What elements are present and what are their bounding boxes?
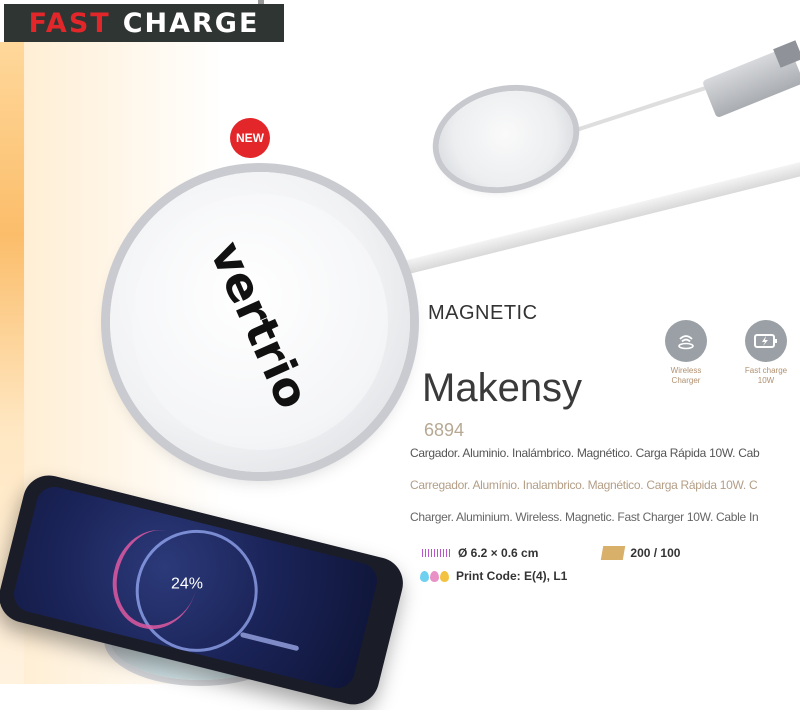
product-category: MAGNETIC (428, 302, 538, 324)
feature-fast-charge: Fast charge 10W (738, 320, 794, 386)
spec-row: Ø 6.2 × 0.6 cm 200 / 100 (422, 546, 680, 560)
description-portuguese: Carregador. Alumínio. Inalambrico. Magné… (410, 478, 758, 492)
feature-fast-label-2: 10W (757, 376, 775, 385)
banner-word-fast: FAST (28, 7, 111, 39)
feature-wireless-charger: Wireless Charger (658, 320, 714, 386)
feature-fast-label-1: Fast charge (744, 366, 788, 375)
fast-charge-banner: FAST CHARGE (4, 4, 284, 42)
new-badge: NEW (230, 118, 270, 158)
ruler-icon (422, 549, 452, 557)
screen-indicator (239, 631, 300, 652)
dimensions: Ø 6.2 × 0.6 cm (458, 546, 539, 560)
battery-percent: 24% (170, 575, 204, 593)
product-code: 6894 (424, 420, 465, 440)
print-code: Print Code: E(4), L1 (456, 569, 568, 583)
feature-wireless-label-1: Wireless (670, 366, 702, 375)
product-name: Makensy (422, 366, 583, 410)
banner-word-charge: CHARGE (122, 7, 260, 39)
ink-drops-icon (420, 570, 450, 582)
feature-wireless-label-2: Charger (671, 376, 701, 385)
small-charger-cable (569, 80, 723, 134)
print-row: Print Code: E(4), L1 (420, 569, 567, 583)
wireless-charger-icon (665, 320, 707, 362)
new-badge-label: NEW (236, 131, 264, 145)
box-icon (601, 546, 626, 560)
description-spanish: Cargador. Aluminio. Inalámbrico. Magnéti… (410, 446, 760, 460)
description-english: Charger. Aluminium. Wireless. Magnetic. … (410, 510, 759, 524)
small-charger-image (429, 78, 583, 200)
fast-charge-battery-icon (745, 320, 787, 362)
banner-tick (258, 0, 264, 4)
packaging-quantity: 200 / 100 (630, 546, 681, 560)
